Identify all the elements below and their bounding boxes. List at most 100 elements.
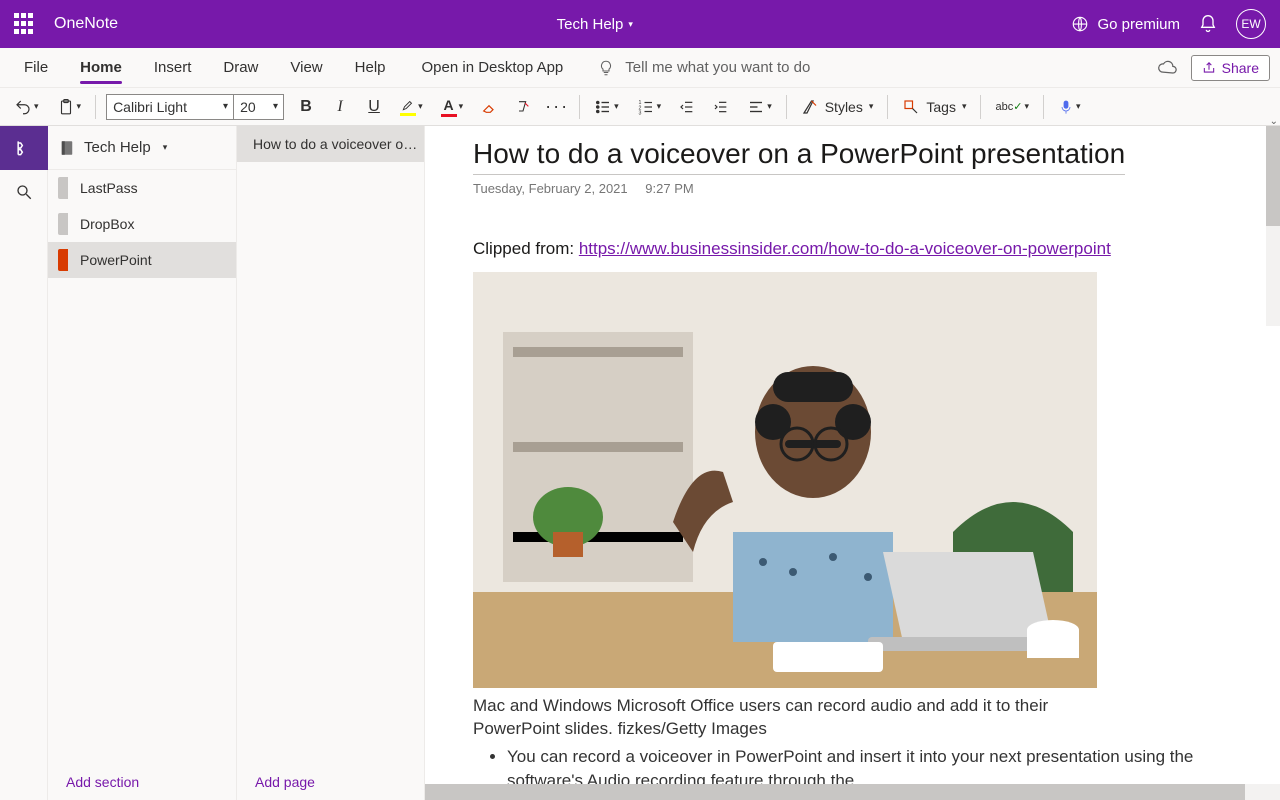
sections-panel: Tech Help ▾ LastPass DropBox PowerPoint Ad… xyxy=(48,126,237,800)
tab-help[interactable]: Help xyxy=(343,48,398,87)
clear-icon xyxy=(515,98,531,116)
separator xyxy=(95,95,96,119)
chevron-down-icon: ▾ xyxy=(223,101,228,112)
go-premium-button[interactable]: Go premium xyxy=(1071,15,1180,33)
vertical-scrollbar[interactable] xyxy=(1266,126,1280,326)
notebook-name: Tech Help xyxy=(84,139,151,156)
separator xyxy=(980,95,981,119)
diamond-icon xyxy=(1071,15,1089,33)
highlight-button[interactable]: ▾ xyxy=(396,96,427,118)
open-in-desktop-button[interactable]: Open in Desktop App xyxy=(406,48,580,87)
share-button[interactable]: Share xyxy=(1191,55,1270,81)
tab-home[interactable]: Home xyxy=(68,48,134,87)
clipped-image[interactable] xyxy=(473,272,1097,688)
notifications-button[interactable] xyxy=(1198,14,1218,34)
font-color-button[interactable]: A ▾ xyxy=(437,95,468,119)
ellipsis-icon: ··· xyxy=(545,96,569,117)
sync-status-button[interactable] xyxy=(1157,58,1177,78)
styles-label: Styles xyxy=(825,99,863,115)
separator xyxy=(786,95,787,119)
add-section-button[interactable]: Add section xyxy=(48,764,236,800)
section-color-tab xyxy=(58,177,68,199)
notebook-icon xyxy=(14,138,34,158)
spellcheck-button[interactable]: abc✓ ▾ xyxy=(991,98,1033,115)
chevron-down-icon: ▾ xyxy=(418,101,423,112)
page-timestamp: Tuesday, February 2, 2021 9:27 PM xyxy=(473,181,1232,196)
chevron-down-icon: ▾ xyxy=(77,101,82,112)
tab-draw[interactable]: Draw xyxy=(211,48,270,87)
app-launcher-icon[interactable] xyxy=(14,13,36,35)
font-size-value: 20 xyxy=(240,99,256,115)
indent-icon xyxy=(713,98,729,116)
bullet-list-button[interactable]: ▾ xyxy=(590,96,623,118)
underline-icon: U xyxy=(368,98,380,116)
section-item[interactable]: PowerPoint xyxy=(48,242,236,278)
go-premium-label: Go premium xyxy=(1097,16,1180,33)
horizontal-scrollbar[interactable] xyxy=(425,784,1280,800)
bold-button[interactable]: B xyxy=(294,95,318,119)
font-family-select[interactable]: Calibri Light ▾ xyxy=(106,94,234,120)
dictate-button[interactable]: ▾ xyxy=(1054,96,1085,118)
clipboard-icon xyxy=(57,97,75,117)
add-page-button[interactable]: Add page xyxy=(237,764,424,800)
scrollbar-thumb[interactable] xyxy=(425,784,1245,800)
page-title[interactable]: How to do a voiceover on a PowerPoint pr… xyxy=(473,138,1125,175)
bold-icon: B xyxy=(300,98,312,116)
bell-icon xyxy=(1198,14,1218,34)
tell-me-search[interactable]: Tell me what you want to do xyxy=(579,48,1156,87)
chevron-down-icon: ▾ xyxy=(628,19,633,30)
notebook-title-dropdown[interactable]: Tech Help ▾ xyxy=(557,16,633,33)
font-color-icon: A xyxy=(441,97,457,117)
navigation-toggle-button[interactable] xyxy=(0,126,48,170)
section-label: PowerPoint xyxy=(80,252,152,268)
spellcheck-icon: abc✓ xyxy=(995,100,1022,113)
note-canvas[interactable]: How to do a voiceover on a PowerPoint pr… xyxy=(425,126,1280,800)
undo-button[interactable]: ▾ xyxy=(10,96,43,118)
outdent-button[interactable] xyxy=(675,95,699,119)
underline-button[interactable]: U xyxy=(362,95,386,119)
tags-button[interactable]: Tags ▾ xyxy=(898,96,970,118)
search-icon xyxy=(15,183,33,201)
chevron-down-icon: ▾ xyxy=(614,101,619,112)
section-label: DropBox xyxy=(80,216,134,232)
tab-file[interactable]: File xyxy=(12,48,60,87)
more-formatting-button[interactable]: ··· xyxy=(545,95,569,119)
notebook-title-label: Tech Help xyxy=(557,16,624,33)
image-placeholder-icon xyxy=(473,272,1097,688)
styles-icon xyxy=(801,98,819,116)
section-color-tab xyxy=(58,213,68,235)
indent-button[interactable] xyxy=(709,95,733,119)
number-list-button[interactable]: 123 ▾ xyxy=(633,96,666,118)
chevron-down-icon: ▾ xyxy=(34,101,39,112)
font-family-value: Calibri Light xyxy=(113,99,187,115)
separator xyxy=(579,95,580,119)
section-item[interactable]: DropBox xyxy=(48,206,236,242)
cloud-sync-icon xyxy=(1157,58,1177,78)
format-painter-button[interactable] xyxy=(511,95,535,119)
align-button[interactable]: ▾ xyxy=(743,96,776,118)
scrollbar-thumb[interactable] xyxy=(1266,126,1280,226)
notebook-picker[interactable]: Tech Help ▾ xyxy=(48,126,236,170)
paste-button[interactable]: ▾ xyxy=(53,95,86,119)
styles-button[interactable]: Styles ▾ xyxy=(797,96,878,118)
tags-label: Tags xyxy=(926,99,956,115)
font-size-select[interactable]: 20 ▾ xyxy=(234,94,284,120)
section-item[interactable]: LastPass xyxy=(48,170,236,206)
separator xyxy=(887,95,888,119)
ribbon-tab-row: File Home Insert Draw View Help Open in … xyxy=(0,48,1280,88)
page-item[interactable]: How to do a voiceover o… xyxy=(237,126,424,162)
outdent-icon xyxy=(679,98,695,116)
app-name: OneNote xyxy=(54,15,118,33)
search-button[interactable] xyxy=(0,170,48,214)
italic-button[interactable]: I xyxy=(328,95,352,119)
user-avatar[interactable]: EW xyxy=(1236,9,1266,39)
chevron-down-icon: ▾ xyxy=(459,101,464,112)
share-icon xyxy=(1202,61,1216,75)
title-bar: OneNote Tech Help ▾ Go premium EW xyxy=(0,0,1280,48)
clip-link[interactable]: https://www.businessinsider.com/how-to-d… xyxy=(579,239,1111,258)
clear-formatting-button[interactable] xyxy=(477,95,501,119)
tab-view[interactable]: View xyxy=(278,48,334,87)
tab-insert[interactable]: Insert xyxy=(142,48,204,87)
workspace: Tech Help ▾ LastPass DropBox PowerPoint Ad… xyxy=(0,126,1280,800)
clipped-from: Clipped from: https://www.businessinside… xyxy=(473,236,1232,262)
